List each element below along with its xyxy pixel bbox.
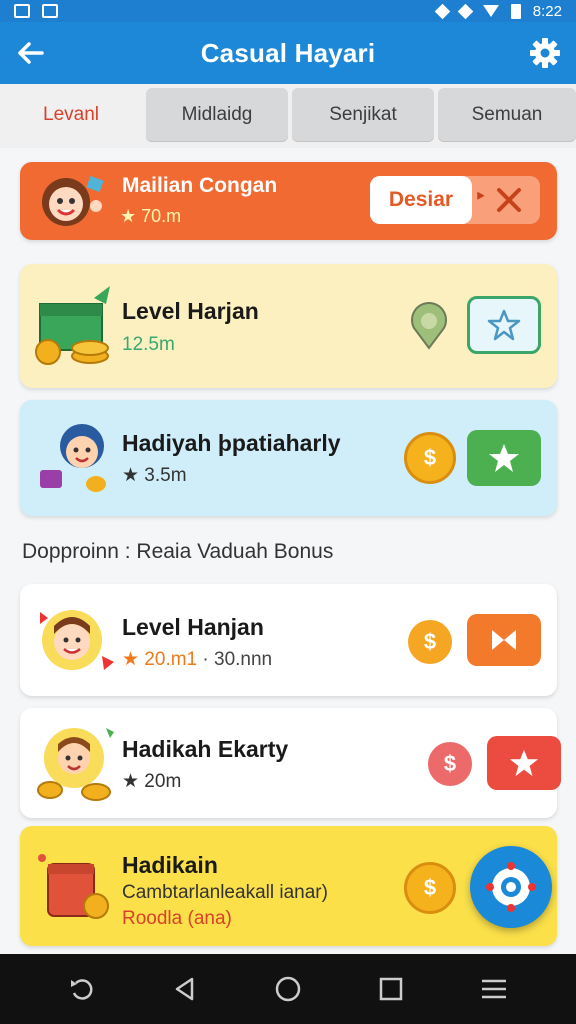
back-triangle-icon	[175, 977, 194, 1001]
spin-wheel-fab[interactable]	[470, 846, 552, 928]
subtitle-highlight: ★ 20.m1	[122, 649, 198, 670]
bonus-card-hadikah[interactable]: Hadikah Ekarty ★ 20m $	[20, 708, 561, 818]
rotate-button[interactable]	[62, 969, 102, 1009]
card-subtitle: 12.5m	[122, 334, 175, 355]
card-title: Hadikain	[122, 852, 218, 878]
bonus-card-level[interactable]: Level Hanjan ★ 20.m1 · 30.nnn $	[20, 584, 557, 696]
status-time: 8:22	[532, 2, 562, 20]
gear-icon[interactable]	[526, 34, 564, 72]
card-line2: Cambtarlanleakall ianar)	[122, 882, 328, 903]
star-icon	[509, 749, 539, 777]
home-nav-button[interactable]	[268, 969, 308, 1009]
card-title: Hadiyah þpatiaharly	[122, 430, 341, 456]
coin-icon: $	[404, 432, 456, 484]
star-icon	[489, 444, 519, 472]
close-icon[interactable]	[495, 186, 523, 214]
location-pin-icon	[411, 302, 447, 350]
card-title: Hadikah Ekarty	[122, 736, 289, 762]
app-bar: Casual Hayari	[0, 22, 576, 84]
section-label: Dopproinn : Reaia Vaduah Bonus	[22, 540, 334, 563]
page-title: Casual Hayari	[200, 37, 376, 68]
recents-nav-button[interactable]	[371, 969, 411, 1009]
image-notification-icon	[14, 4, 30, 18]
photo-notification-icon	[42, 4, 58, 18]
status-right: 8:22	[434, 2, 562, 20]
recent-icon	[379, 977, 403, 1001]
card-subtitle: ★ 20m	[122, 771, 182, 792]
back-nav-button[interactable]	[165, 969, 205, 1009]
star-icon	[487, 309, 521, 341]
card-subtitle: ★ 3.5m	[122, 465, 187, 486]
wifi-icon	[434, 3, 451, 19]
treasure-chest-icon	[35, 286, 110, 365]
rotate-icon	[70, 979, 93, 1000]
share-button[interactable]	[467, 614, 541, 666]
subtitle-rest: · 30.nnn	[197, 649, 273, 670]
banner-action-arrow: ‣	[474, 184, 487, 209]
favorite-button[interactable]	[487, 736, 561, 790]
card-line3: Roodla (ana)	[122, 908, 232, 929]
coin-icon: $	[408, 620, 452, 664]
tab-levanl[interactable]: Levanl	[0, 88, 142, 142]
back-arrow-icon[interactable]	[14, 36, 48, 70]
banner-action-button[interactable]: Desiar	[370, 176, 472, 224]
coin-icon: $	[404, 862, 456, 914]
girl-avatar	[42, 175, 104, 226]
promo-banner[interactable]: Mailian Congan ★ 70.m Desiar ‣	[20, 162, 557, 240]
tab-bar: Levanl Midlaidg Senjikat Semuan	[0, 84, 576, 148]
favorite-button[interactable]	[467, 430, 541, 486]
system-nav-bar	[0, 954, 576, 1024]
battery-icon	[510, 3, 521, 19]
status-left	[14, 4, 58, 18]
home-icon	[275, 976, 301, 1002]
signal-icon	[457, 3, 474, 19]
status-bar: 8:22	[0, 0, 576, 22]
banner-title: Mailian Congan	[122, 174, 278, 197]
girl-avatar	[40, 610, 114, 670]
share-icon	[492, 630, 516, 650]
card-title: Level Hanjan	[122, 614, 264, 640]
reward-card-hadiyah[interactable]: Hadiyah þpatiaharly ★ 3.5m $	[20, 400, 557, 516]
settings-wheel-icon	[486, 862, 536, 912]
menu-nav-button[interactable]	[474, 969, 514, 1009]
card-title: Level Harjan	[122, 298, 259, 324]
tab-midlaidg[interactable]: Midlaidg	[146, 88, 288, 142]
network-icon	[482, 5, 499, 17]
favorite-button[interactable]	[467, 296, 541, 354]
reward-card-level[interactable]: Level Harjan 12.5m	[20, 264, 557, 388]
girl-avatar	[37, 728, 114, 801]
tab-senjikat[interactable]: Senjikat	[292, 88, 434, 142]
menu-icon	[482, 979, 507, 999]
boy-avatar	[40, 424, 106, 492]
banner-subtitle: ★ 70.m	[120, 206, 182, 226]
coin-icon: $	[428, 742, 472, 786]
tab-semuan[interactable]: Semuan	[438, 88, 576, 142]
card-subtitle: ★ 20.m1 · 30.nnn	[122, 648, 272, 671]
gift-jar-icon	[38, 854, 109, 919]
